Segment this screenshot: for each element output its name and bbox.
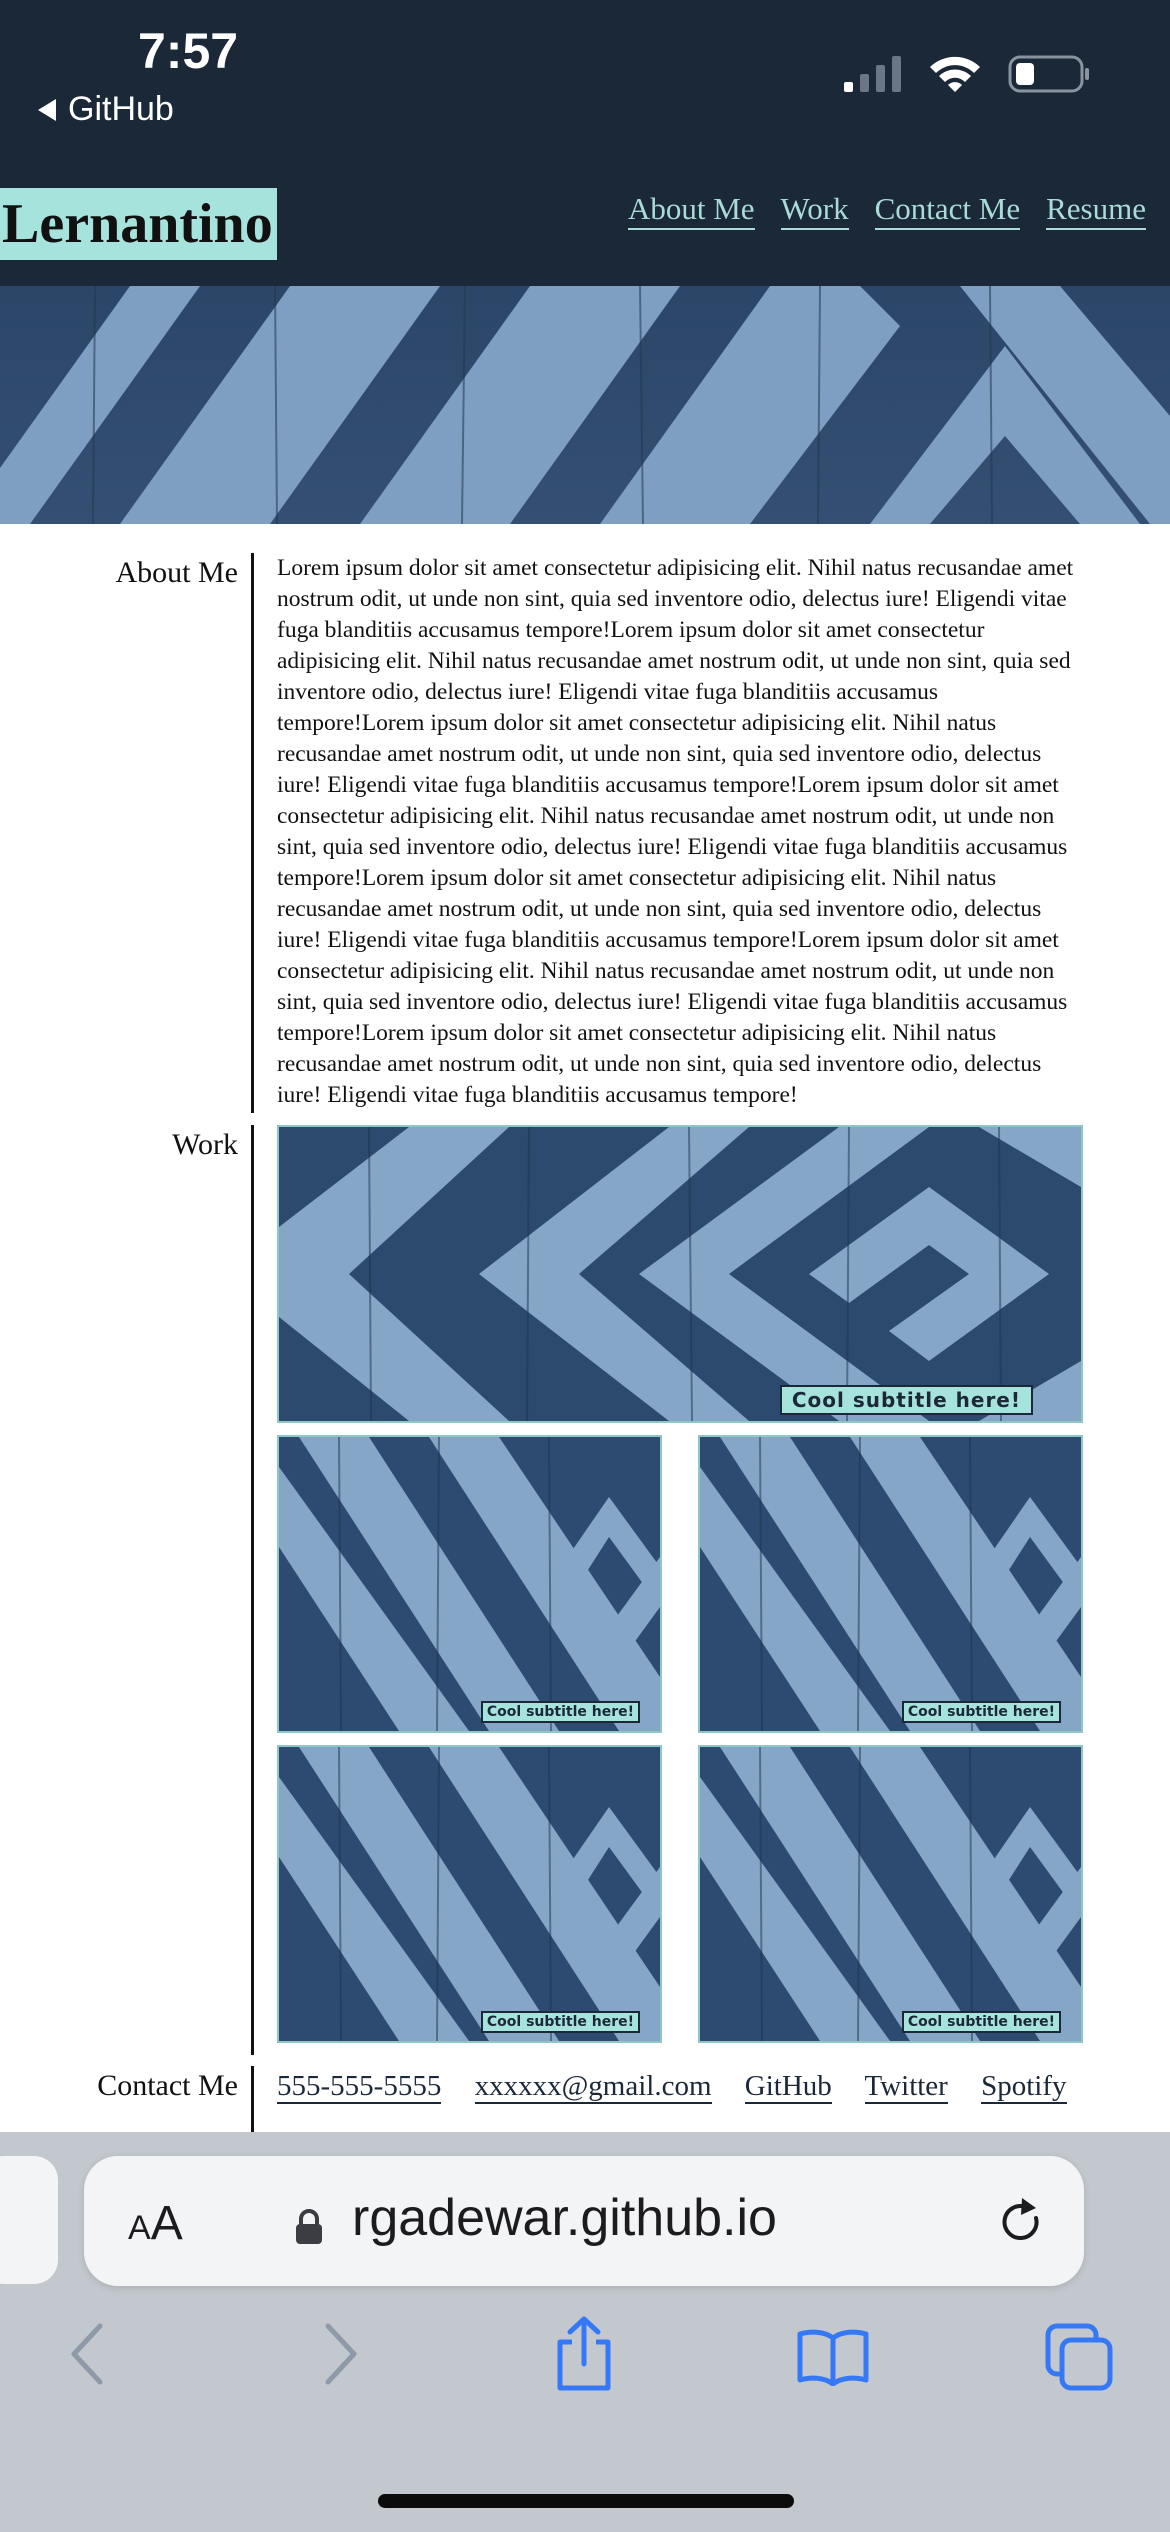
back-app-label: GitHub xyxy=(68,90,174,128)
work-subtitle-2: Cool subtitle here! xyxy=(901,1701,1061,1723)
contact-email-link[interactable]: xxxxxx@gmail.com xyxy=(474,2070,712,2104)
cellular-signal-icon xyxy=(844,56,901,92)
hero-banner-image xyxy=(0,286,1170,524)
back-chevron-icon[interactable] xyxy=(68,2322,108,2386)
contact-divider xyxy=(251,2066,254,2136)
back-to-app-button[interactable]: GitHub xyxy=(38,90,174,129)
site-brand[interactable]: Lernantino xyxy=(0,188,277,260)
work-divider xyxy=(251,1125,254,2055)
text-size-button[interactable]: AA xyxy=(128,2196,183,2251)
work-image-4 xyxy=(700,1747,1081,2041)
work-image-1 xyxy=(279,1437,660,1731)
about-body-text: Lorem ipsum dolor sit amet consectetur a… xyxy=(277,555,1074,1108)
home-indicator xyxy=(378,2494,794,2508)
work-heading: Work xyxy=(172,1128,238,1161)
about-heading: About Me xyxy=(115,556,239,589)
url-text: rgadewar.github.io xyxy=(352,2189,777,2247)
back-arrow-icon xyxy=(38,98,56,121)
contact-twitter-link[interactable]: Twitter xyxy=(864,2070,948,2104)
work-subtitle-4: Cool subtitle here! xyxy=(901,2011,1061,2033)
about-divider xyxy=(251,553,254,1113)
work-subtitle-3: Cool subtitle here! xyxy=(480,2011,640,2033)
status-icons xyxy=(844,54,1090,94)
battery-icon xyxy=(1008,55,1089,93)
safari-bottom-bar: AA rgadewar.github.io xyxy=(0,2132,1170,2532)
contact-github-link[interactable]: GitHub xyxy=(744,2070,832,2104)
site-header: Lernantino About Me Work Contact Me Resu… xyxy=(0,168,1170,286)
work-subtitle-featured: Cool subtitle here! xyxy=(779,1385,1033,1415)
contact-heading: Contact Me xyxy=(97,2069,238,2102)
status-bar: 7:57 GitHub xyxy=(0,0,1170,168)
work-image-3 xyxy=(279,1747,660,2041)
share-icon[interactable] xyxy=(552,2316,616,2392)
lock-icon xyxy=(296,2209,322,2244)
work-subtitle-1: Cool subtitle here! xyxy=(480,1701,640,1723)
reload-icon[interactable] xyxy=(996,2196,1046,2248)
work-image-2 xyxy=(700,1437,1081,1731)
work-image-featured xyxy=(279,1127,1081,1421)
contact-phone-link[interactable]: 555-555-5555 xyxy=(277,2070,442,2104)
nav-link-work[interactable]: Work xyxy=(780,190,849,230)
address-bar[interactable]: AA rgadewar.github.io xyxy=(84,2156,1084,2286)
tabs-icon[interactable] xyxy=(1044,2322,1114,2392)
nav-link-resume[interactable]: Resume xyxy=(1046,190,1146,230)
wifi-icon xyxy=(930,56,980,92)
previous-tab-preview[interactable] xyxy=(0,2156,58,2284)
work-card-4[interactable]: Cool subtitle here! xyxy=(698,1745,1083,2043)
work-card-1[interactable]: Cool subtitle here! xyxy=(277,1435,662,1733)
main-nav: About Me Work Contact Me Resume xyxy=(627,190,1146,230)
work-card-3[interactable]: Cool subtitle here! xyxy=(277,1745,662,2043)
work-card-featured[interactable]: Cool subtitle here! xyxy=(277,1125,1083,1423)
work-card-2[interactable]: Cool subtitle here! xyxy=(698,1435,1083,1733)
bookmarks-icon[interactable] xyxy=(796,2328,870,2386)
nav-link-about[interactable]: About Me xyxy=(627,190,755,230)
forward-chevron-icon[interactable] xyxy=(320,2322,360,2386)
contact-links: 555-555-5555 xxxxxx@gmail.com GitHub Twi… xyxy=(277,2066,1097,2106)
contact-spotify-link[interactable]: Spotify xyxy=(981,2070,1067,2104)
nav-link-contact[interactable]: Contact Me xyxy=(874,190,1021,230)
clock: 7:57 xyxy=(138,23,239,79)
